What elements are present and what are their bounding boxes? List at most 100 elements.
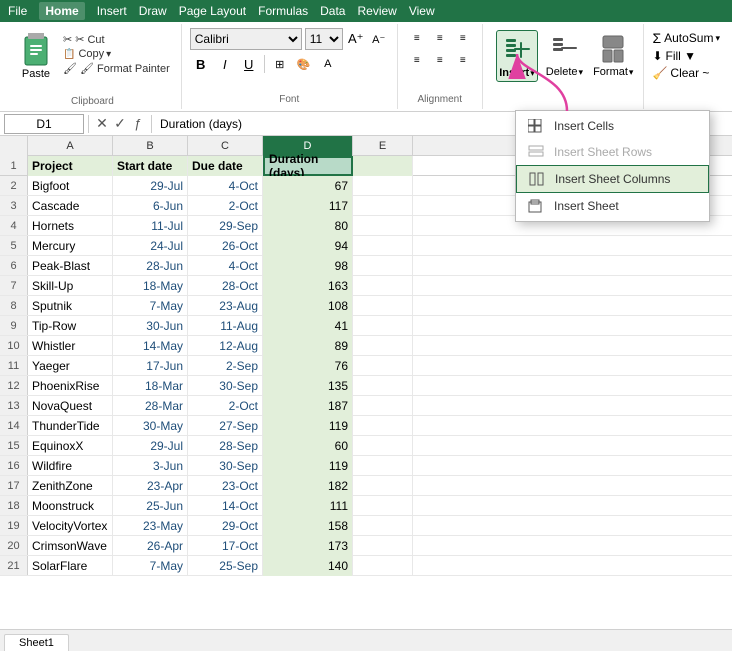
cell-e[interactable] bbox=[353, 456, 413, 476]
cell-due[interactable]: 2-Oct bbox=[188, 196, 263, 216]
cell-start[interactable]: 29-Jul bbox=[113, 436, 188, 456]
cell-due[interactable]: 17-Oct bbox=[188, 536, 263, 556]
cell-start[interactable]: 25-Jun bbox=[113, 496, 188, 516]
cell-project[interactable]: ZenithZone bbox=[28, 476, 113, 496]
cell-start[interactable]: 30-May bbox=[113, 416, 188, 436]
cell-project[interactable]: Moonstruck bbox=[28, 496, 113, 516]
cell-duration[interactable]: 158 bbox=[263, 516, 353, 536]
col-header-e[interactable]: E bbox=[353, 136, 413, 156]
insert-sheet-item[interactable]: Insert Sheet bbox=[516, 193, 709, 219]
cell-start[interactable]: 6-Jun bbox=[113, 196, 188, 216]
align-middle[interactable]: ≡ bbox=[429, 28, 451, 48]
cell-duration[interactable]: 119 bbox=[263, 456, 353, 476]
cell-duration[interactable]: 60 bbox=[263, 436, 353, 456]
align-right[interactable]: ≡ bbox=[452, 50, 474, 70]
col-header-c[interactable]: C bbox=[188, 136, 263, 156]
format-painter-button[interactable]: 🖌 🖌 Format Painter bbox=[60, 61, 173, 76]
cell-e[interactable] bbox=[353, 316, 413, 336]
align-center[interactable]: ≡ bbox=[429, 50, 451, 70]
col-header-a[interactable]: A bbox=[28, 136, 113, 156]
cell-duration[interactable]: 80 bbox=[263, 216, 353, 236]
format-button[interactable]: Format ▾ bbox=[591, 30, 635, 80]
fill-button[interactable]: ⬇ Fill ▼ bbox=[652, 49, 720, 63]
cell-project[interactable]: Skill-Up bbox=[28, 276, 113, 296]
align-top[interactable]: ≡ bbox=[406, 28, 428, 48]
align-bottom[interactable]: ≡ bbox=[452, 28, 474, 48]
cell-due[interactable]: 4-Oct bbox=[188, 176, 263, 196]
cell-project[interactable]: Bigfoot bbox=[28, 176, 113, 196]
cell-start[interactable]: 17-Jun bbox=[113, 356, 188, 376]
cell-e[interactable] bbox=[353, 496, 413, 516]
cell-project[interactable]: ThunderTide bbox=[28, 416, 113, 436]
cell-e[interactable] bbox=[353, 176, 413, 196]
cell-duration[interactable]: 187 bbox=[263, 396, 353, 416]
cell-ref-input[interactable] bbox=[4, 114, 84, 134]
decrease-font-size[interactable]: A⁻ bbox=[369, 29, 389, 49]
menu-file[interactable]: File bbox=[8, 4, 27, 18]
cell-a1[interactable]: Project bbox=[28, 156, 113, 176]
menu-review[interactable]: Review bbox=[357, 4, 396, 18]
underline-button[interactable]: U bbox=[238, 53, 260, 75]
cell-b1[interactable]: Start date bbox=[113, 156, 188, 176]
cell-duration[interactable]: 173 bbox=[263, 536, 353, 556]
cell-duration[interactable]: 182 bbox=[263, 476, 353, 496]
cell-start[interactable]: 18-Mar bbox=[113, 376, 188, 396]
cell-due[interactable]: 29-Sep bbox=[188, 216, 263, 236]
italic-button[interactable]: I bbox=[214, 53, 236, 75]
menu-formulas[interactable]: Formulas bbox=[258, 4, 308, 18]
cell-project[interactable]: Mercury bbox=[28, 236, 113, 256]
cell-due[interactable]: 25-Sep bbox=[188, 556, 263, 576]
cell-duration[interactable]: 117 bbox=[263, 196, 353, 216]
cell-e[interactable] bbox=[353, 296, 413, 316]
cell-start[interactable]: 24-Jul bbox=[113, 236, 188, 256]
cell-e[interactable] bbox=[353, 216, 413, 236]
col-header-b[interactable]: B bbox=[113, 136, 188, 156]
cell-start[interactable]: 3-Jun bbox=[113, 456, 188, 476]
cell-c1[interactable]: Due date bbox=[188, 156, 263, 176]
cell-e[interactable] bbox=[353, 336, 413, 356]
cell-e[interactable] bbox=[353, 536, 413, 556]
cell-project[interactable]: VelocityVortex bbox=[28, 516, 113, 536]
cell-project[interactable]: CrimsonWave bbox=[28, 536, 113, 556]
cell-e[interactable] bbox=[353, 476, 413, 496]
cell-start[interactable]: 29-Jul bbox=[113, 176, 188, 196]
cell-project[interactable]: Hornets bbox=[28, 216, 113, 236]
cell-project[interactable]: Whistler bbox=[28, 336, 113, 356]
cell-due[interactable]: 23-Oct bbox=[188, 476, 263, 496]
cell-start[interactable]: 23-May bbox=[113, 516, 188, 536]
cell-d1[interactable]: Duration (days) bbox=[263, 156, 353, 176]
cell-e[interactable] bbox=[353, 516, 413, 536]
cell-duration[interactable]: 67 bbox=[263, 176, 353, 196]
cell-e1[interactable] bbox=[353, 156, 413, 176]
cell-project[interactable]: Wildfire bbox=[28, 456, 113, 476]
cell-due[interactable]: 30-Sep bbox=[188, 376, 263, 396]
paste-button[interactable]: Paste bbox=[12, 26, 60, 84]
cell-due[interactable]: 28-Sep bbox=[188, 436, 263, 456]
insert-button[interactable]: Insert ▾ bbox=[496, 30, 538, 82]
cell-duration[interactable]: 98 bbox=[263, 256, 353, 276]
cell-project[interactable]: EquinoxX bbox=[28, 436, 113, 456]
cell-e[interactable] bbox=[353, 196, 413, 216]
cell-project[interactable]: Peak-Blast bbox=[28, 256, 113, 276]
increase-font-size[interactable]: A⁺ bbox=[346, 29, 366, 49]
cell-start[interactable]: 14-May bbox=[113, 336, 188, 356]
cell-due[interactable]: 29-Oct bbox=[188, 516, 263, 536]
cell-start[interactable]: 28-Jun bbox=[113, 256, 188, 276]
font-size-select[interactable]: 11 bbox=[305, 28, 343, 50]
cell-project[interactable]: Yaeger bbox=[28, 356, 113, 376]
cancel-formula-icon[interactable]: ✕ bbox=[93, 115, 111, 133]
align-left[interactable]: ≡ bbox=[406, 50, 428, 70]
menu-view[interactable]: View bbox=[409, 4, 435, 18]
cell-due[interactable]: 28-Oct bbox=[188, 276, 263, 296]
sheet-tab-1[interactable]: Sheet1 bbox=[4, 634, 69, 651]
cell-start[interactable]: 7-May bbox=[113, 556, 188, 576]
cell-e[interactable] bbox=[353, 276, 413, 296]
cell-start[interactable]: 28-Mar bbox=[113, 396, 188, 416]
cell-duration[interactable]: 76 bbox=[263, 356, 353, 376]
menu-data[interactable]: Data bbox=[320, 4, 345, 18]
cell-due[interactable]: 2-Oct bbox=[188, 396, 263, 416]
cell-duration[interactable]: 108 bbox=[263, 296, 353, 316]
cell-duration[interactable]: 140 bbox=[263, 556, 353, 576]
fill-color-button[interactable]: 🎨 bbox=[293, 53, 315, 75]
cell-project[interactable]: Sputnik bbox=[28, 296, 113, 316]
